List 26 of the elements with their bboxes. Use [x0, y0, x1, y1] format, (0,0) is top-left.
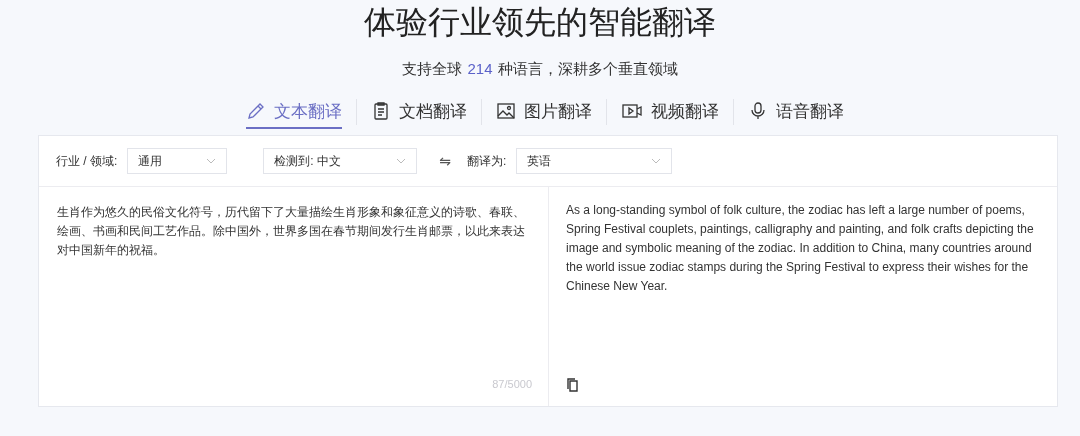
language-count: 214	[467, 60, 493, 79]
document-icon	[371, 101, 391, 121]
mode-tab[interactable]: 视频翻译	[621, 95, 719, 129]
subtitle-text: 种语言，深耕多个垂直领域	[497, 60, 678, 79]
copy-icon[interactable]	[567, 378, 579, 392]
domain-label: 行业 / 领域:	[56, 152, 118, 170]
source-text[interactable]: 生肖作为悠久的民俗文化符号，历代留下了大量描绘生肖形象和象征意义的诗歌、春联、绘画、书画和民间工艺作品。除中国外，世界多国在春节期间发行生肖邮票，以此来表达对中国新年的祝福。	[57, 203, 530, 260]
page-title: 体验行业领先的智能翻译	[363, 3, 717, 42]
source-language-select[interactable]: 检测到: 中文	[263, 148, 418, 174]
mode-tab[interactable]: 图片翻译	[496, 95, 592, 129]
swap-button[interactable]: ⇋	[439, 153, 452, 169]
translation-text: As a long-standing symbol of folk culture, the zodiac has left a large number of poems, Spring Festival couplets, paintings, calligraphy and painting, and folk crafts depicting the image and symbolic meaning of the zodiac. In addition to China, many countries around the world issue zodiac stamps during the Spring Festival to express their wishes for the Chinese New Year.	[566, 202, 1035, 295]
mode-tab[interactable]: 文本翻译	[246, 95, 342, 129]
mode-tab[interactable]: 语音翻译	[748, 95, 844, 129]
target-label: 翻译为:	[467, 152, 507, 170]
subtitle-text: 支持全球	[402, 60, 463, 79]
domain-select[interactable]: 通用	[127, 148, 228, 174]
image-icon	[496, 101, 516, 121]
mode-tab[interactable]: 文档翻译	[371, 95, 467, 129]
chevron-icon	[206, 158, 217, 164]
chevron-icon	[396, 158, 407, 164]
microphone-icon	[748, 101, 768, 121]
target-language-select[interactable]: 英语	[516, 148, 673, 174]
chevron-icon	[651, 158, 662, 164]
video-icon	[621, 101, 643, 121]
pencil-icon	[246, 101, 266, 121]
